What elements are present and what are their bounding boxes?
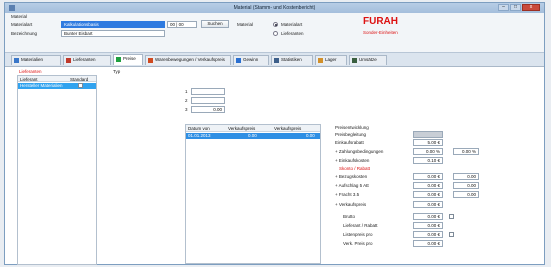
radio-lieferanten-label: Lieferanten xyxy=(281,31,304,36)
window-title: Material (Stamm- und Kostenbericht) xyxy=(233,5,316,11)
calc-label: + Aufschlag 5 AE xyxy=(335,183,370,188)
col-standard: Standard xyxy=(70,77,89,82)
radio-materialart[interactable] xyxy=(273,22,278,27)
calc-extra[interactable]: 0.00 xyxy=(453,173,479,180)
materialart-field[interactable]: Kalkulationsbasis xyxy=(61,21,165,28)
listenpreis-checkbox[interactable] xyxy=(449,232,454,237)
row1-label: Materialart xyxy=(11,22,33,27)
calc-title: Preisentwicklung xyxy=(335,125,369,130)
header-panel: Material Materialart Kalkulationsbasis 0… xyxy=(5,13,544,53)
header-section-label: Material xyxy=(11,14,28,19)
field1-label: 1 xyxy=(185,89,188,94)
calc-value[interactable]: 0.00 € xyxy=(413,191,443,198)
calc-subtitle: Preisbegleitung xyxy=(335,132,367,137)
box-icon xyxy=(14,58,19,63)
col-vk2: Verkaufspreis xyxy=(274,126,302,131)
calc-label: + Verkaufspreis xyxy=(335,202,367,207)
row2-label: Bezeichnung xyxy=(11,31,38,36)
movement-icon xyxy=(148,58,153,63)
calc-value[interactable]: 5.00 € xyxy=(413,139,443,146)
field3-label: 3 xyxy=(185,107,188,112)
close-button[interactable]: x xyxy=(522,4,540,11)
field1-input[interactable] xyxy=(191,88,225,95)
calc-red-label: Skonto / Rabatt xyxy=(339,166,371,171)
calc-value[interactable]: 0.00 % xyxy=(413,148,443,155)
radio-materialart-label: Materialart xyxy=(281,22,303,27)
calc-label: Listenpreis pro xyxy=(343,232,373,237)
type-label: Typ xyxy=(113,69,121,74)
tab-statistiken[interactable]: Statistiken xyxy=(271,55,313,65)
calc-value[interactable]: 0.00 € xyxy=(413,240,443,247)
main-window: Material (Stamm- und Kostenbericht) – □ … xyxy=(4,2,545,265)
calc-label: + Zahlungsbedingungen xyxy=(335,149,384,154)
calc-extra[interactable]: 0.00 xyxy=(453,191,479,198)
table-row[interactable]: 01.01.2013 0.00 0.00 xyxy=(186,133,320,139)
col-lieferant: Lieferant xyxy=(20,77,38,82)
col-datum: Datum von xyxy=(188,126,210,131)
calc-value[interactable]: 0.00 € xyxy=(413,222,443,229)
material-code-sub: Sonder-Einheiten xyxy=(363,30,398,35)
minimize-button[interactable]: – xyxy=(498,4,509,11)
tab-preise[interactable]: Preise xyxy=(113,54,143,65)
calc-label: + Einkaufskosten xyxy=(335,158,370,163)
calc-subtitle-field xyxy=(413,131,443,138)
col-vk1: Verkaufspreis xyxy=(228,126,256,131)
standard-checkbox[interactable] xyxy=(78,83,83,88)
stats-icon xyxy=(274,58,279,63)
radio-lieferanten[interactable] xyxy=(273,31,278,36)
tab-umsaetze[interactable]: Umsätze xyxy=(349,55,387,65)
tab-warenbewegungen[interactable]: Warenbewegungen / Verkaufspreis xyxy=(145,55,231,65)
tab-bar: Materialien Lieferanten Preise Warenbewe… xyxy=(5,54,544,66)
bezeichnung-field[interactable]: Bunter Eisbart xyxy=(61,30,165,37)
supplier-list[interactable]: Lieferant Standard Hersteller Materialie… xyxy=(17,75,97,265)
calc-value[interactable]: 0.00 € xyxy=(413,213,443,220)
calc-label: Brutto xyxy=(343,214,356,219)
tab-gewinn[interactable]: Gewinn xyxy=(233,55,269,65)
search-button[interactable]: Suchen xyxy=(201,20,229,28)
calc-value[interactable]: 0.00 € xyxy=(413,182,443,189)
price-table[interactable]: Datum von Verkaufspreis Verkaufspreis 01… xyxy=(185,124,321,264)
tab-materialien[interactable]: Materialien xyxy=(11,55,61,65)
calc-value[interactable]: 0.00 € xyxy=(413,173,443,180)
left-header-red: Lieferanten xyxy=(19,69,42,74)
title-bar: Material (Stamm- und Kostenbericht) – □ … xyxy=(5,3,544,13)
price-calculation: Preisentwicklung Preisbegleitung Einkauf… xyxy=(335,125,535,265)
truck-icon xyxy=(66,58,71,63)
material-code-big: FURAH xyxy=(363,16,398,27)
calc-label: + Fracht 3.5 xyxy=(335,192,360,197)
tab-lager[interactable]: Lager xyxy=(315,55,347,65)
warehouse-icon xyxy=(318,58,323,63)
field3-input[interactable]: 0.00 xyxy=(191,106,225,113)
calc-label: + Bezugskosten xyxy=(335,174,368,179)
calc-value[interactable]: 0.10 € xyxy=(413,157,443,164)
field2-input[interactable] xyxy=(191,97,225,104)
status-label: Material xyxy=(237,22,254,27)
tab-content: Lieferanten Lieferant Standard Herstelle… xyxy=(5,66,544,265)
price-icon xyxy=(116,57,121,62)
tab-lieferanten[interactable]: Lieferanten xyxy=(63,55,111,65)
profit-icon xyxy=(236,58,241,63)
calc-value[interactable]: 0.00 € xyxy=(413,231,443,238)
sales-icon xyxy=(352,58,357,63)
calc-label: Verk. Preis pro xyxy=(343,241,373,246)
calc-extra[interactable]: 0.00 % xyxy=(453,148,479,155)
calc-label: Einkaufsrabatt xyxy=(335,140,364,145)
maximize-button[interactable]: □ xyxy=(510,4,521,11)
list-item[interactable]: Hersteller Materialien xyxy=(18,83,96,89)
calc-label: Lieferant / Rabatt xyxy=(343,223,378,228)
calc-value[interactable]: 0.00 € xyxy=(413,201,443,208)
brutto-checkbox[interactable] xyxy=(449,214,454,219)
calc-extra[interactable]: 0.00 xyxy=(453,182,479,189)
code-field[interactable]: 00 | 00 xyxy=(167,21,197,28)
field2-label: 2 xyxy=(185,98,188,103)
